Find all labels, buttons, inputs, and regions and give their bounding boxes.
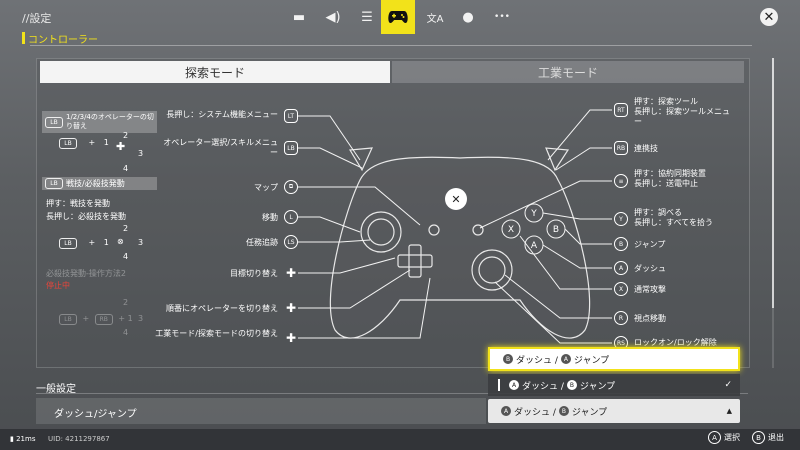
a-button-icon: A — [614, 261, 628, 275]
dpad-right-icon: ✚ — [285, 301, 297, 315]
svg-text:B: B — [553, 225, 559, 235]
right-stick-icon: R — [614, 311, 628, 325]
signal-icon: ▮ — [10, 435, 14, 443]
option-text: ダッシュ / — [522, 381, 564, 392]
b-button-icon: B — [614, 237, 628, 251]
selection-marker — [498, 379, 500, 391]
option-text: ジャンプ — [573, 355, 610, 366]
callout-sync-device: 押す：協約同期装置 長押し：送電中止 — [634, 169, 706, 188]
dropdown-option-a-dash[interactable]: A ダッシュ / B ジャンプ ✓ — [488, 374, 740, 396]
dpad-up-icon: ✚ — [285, 266, 297, 280]
a-button-icon: A — [708, 431, 721, 444]
dropdown-option-b-dash[interactable]: B ダッシュ / A ジャンプ — [488, 347, 740, 371]
callout-quest-tracking: 任務追跡 — [246, 238, 278, 247]
a-button-icon: A — [501, 406, 511, 416]
callout-jump: ジャンプ — [634, 240, 666, 249]
svg-text:Y: Y — [530, 209, 537, 219]
callout-target-switch: 目標切り替え — [230, 269, 278, 278]
scrollbar-thumb[interactable] — [772, 58, 774, 308]
a-button-icon: A — [509, 380, 519, 390]
callout-investigate: 押す：調べる 長押し：すべてを拾う — [634, 208, 713, 227]
svg-text:X: X — [508, 225, 514, 235]
view-button-icon: ⧉ — [284, 180, 298, 194]
ls-click-icon: LS — [284, 235, 298, 249]
y-button-icon: Y — [614, 212, 628, 226]
select-hint[interactable]: A 選択 — [708, 431, 740, 444]
x-button-icon: X — [614, 282, 628, 296]
check-icon: ✓ — [724, 380, 732, 390]
callout-operator-select: オペレーター選択/スキルメニュー — [163, 138, 278, 157]
callout-move: 移動 — [262, 213, 278, 222]
svg-text:✕: ✕ — [451, 193, 460, 206]
bottom-bar — [0, 429, 800, 450]
back-label: 退出 — [768, 433, 784, 442]
callout-combo-skill: 連携技 — [634, 144, 658, 153]
callout-attack: 通常攻撃 — [634, 285, 666, 294]
dpad-down-icon: ✚ — [285, 331, 297, 345]
selected-text: ジャンプ — [571, 407, 608, 418]
rt-icon: RT — [614, 103, 628, 117]
option-text: ジャンプ — [579, 381, 616, 392]
callout-camera: 視点移動 — [634, 314, 666, 323]
callout-mode-switch: 工業モード/探索モードの切り替え — [155, 329, 278, 338]
callout-explore-tool: 押す：探索ツール 長押し：探索ツールメニュー — [634, 97, 730, 126]
chevron-up-icon: ▲ — [726, 407, 732, 415]
select-label: 選択 — [724, 433, 740, 442]
ping-readout: ▮ 21ms — [10, 435, 35, 443]
dash-jump-dropdown[interactable]: A ダッシュ / B ジャンプ ▲ — [488, 399, 740, 423]
b-button-icon: B — [558, 406, 569, 416]
b-button-icon: B — [752, 431, 765, 444]
callout-map: マップ — [254, 183, 278, 192]
callout-cycle-operators: 順番にオペレーターを切り替え — [166, 304, 278, 313]
selected-text: ダッシュ / — [514, 407, 556, 418]
b-button-icon: B — [566, 380, 577, 390]
back-hint[interactable]: B 退出 — [752, 431, 784, 444]
a-button-icon: A — [560, 354, 571, 364]
callout-dash: ダッシュ — [634, 264, 666, 273]
ping-value: 21ms — [16, 435, 36, 443]
left-stick-icon: L — [284, 210, 298, 224]
b-button-icon: B — [503, 354, 513, 364]
lb-icon: LB — [284, 141, 298, 155]
option-text: ダッシュ / — [516, 355, 558, 366]
menu-button-icon: ≡ — [614, 174, 628, 188]
rb-icon: RB — [614, 141, 628, 155]
dash-jump-label: ダッシュ/ジャンプ — [54, 409, 137, 420]
lt-icon: LT — [284, 109, 298, 123]
svg-text:A: A — [531, 241, 538, 251]
uid-label: UID: 4211297867 — [48, 435, 110, 443]
callout-system-menu: 長押し：システム機能メニュー — [166, 110, 278, 119]
